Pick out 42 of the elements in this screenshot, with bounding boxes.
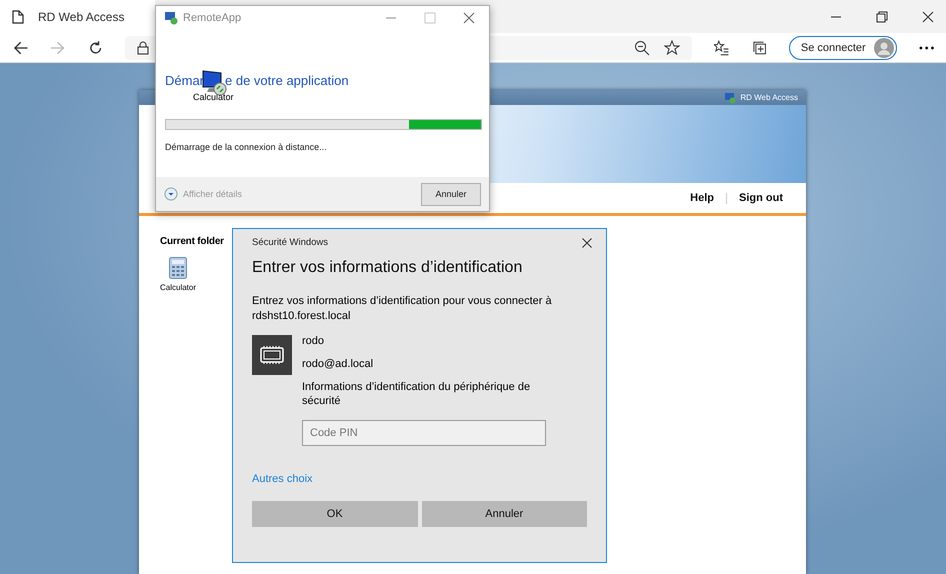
window-title: RemoteApp <box>183 12 242 24</box>
expand-icon[interactable] <box>164 187 178 201</box>
folder-heading: Current folder <box>160 236 224 247</box>
status-text: Démarrage de la connexion à distance... <box>165 142 328 152</box>
star-icon[interactable] <box>664 40 680 56</box>
maximize-icon <box>424 12 436 24</box>
nav-link[interactable]: Help <box>690 192 714 204</box>
close-icon[interactable] <box>922 10 934 22</box>
header-title: RD Web Access <box>740 93 798 102</box>
chip-icon <box>252 335 292 375</box>
favorites-icon[interactable] <box>714 40 730 56</box>
back-icon[interactable] <box>13 40 28 56</box>
browser-tab[interactable]: RD Web Access <box>0 0 155 33</box>
dialog-title: Sécurité Windows <box>252 237 328 248</box>
remote-desktop-icon <box>724 92 736 104</box>
restore-icon[interactable] <box>876 10 888 22</box>
remote-desktop-icon <box>164 11 178 25</box>
close-icon[interactable] <box>582 238 592 248</box>
lock-icon <box>137 40 150 54</box>
user-principal: rodo@ad.local <box>302 358 374 370</box>
credential-label: Informations d’identification du périphérique de sécurité <box>302 380 532 408</box>
app-name: Calculator <box>193 92 235 102</box>
calculator-icon[interactable] <box>169 257 187 279</box>
sign-in-button[interactable]: Se connecter <box>788 36 897 60</box>
heading-text: Démar <box>165 72 204 88</box>
zoom-icon[interactable] <box>634 40 650 56</box>
avatar-icon <box>874 38 894 58</box>
pin-field[interactable]: Code PIN <box>302 420 546 446</box>
dialog-button[interactable]: OK <box>252 501 418 527</box>
collections-icon[interactable] <box>752 40 767 56</box>
cancel-button[interactable]: Annuler <box>421 182 481 206</box>
heading-text: e de votre application <box>225 72 349 88</box>
dialog-heading: Entrer vos informations d’identification <box>252 259 524 277</box>
dialog-message: Entrez vos informations d’identification pour vous connecter à rdshst10.forest.local <box>252 294 553 324</box>
close-icon[interactable] <box>463 12 475 24</box>
nav-link[interactable]: Sign out <box>739 192 783 204</box>
user-name: rodo <box>302 335 326 347</box>
dialog-button[interactable]: Annuler <box>422 501 587 527</box>
more-icon[interactable] <box>918 46 934 50</box>
app-label[interactable]: Calculator <box>160 283 196 292</box>
refresh-icon[interactable] <box>88 40 104 56</box>
page-icon <box>12 10 24 24</box>
